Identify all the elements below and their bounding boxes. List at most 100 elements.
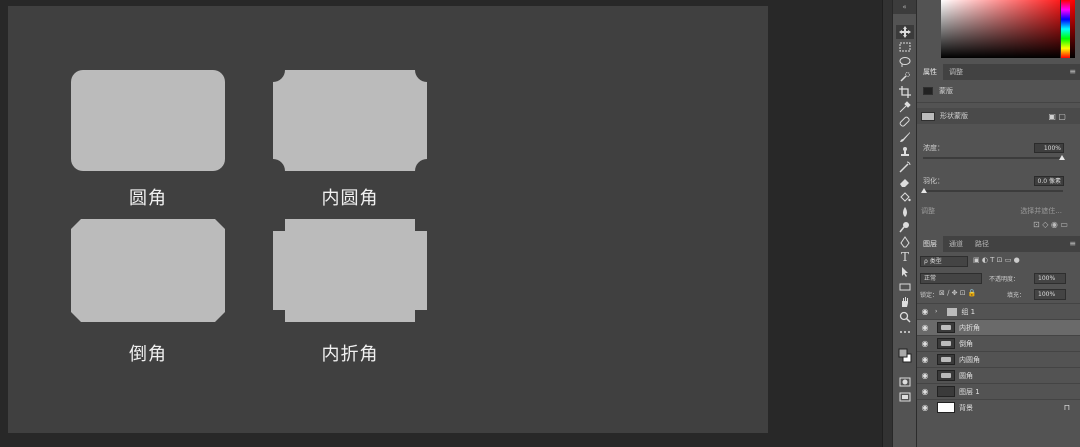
panel-menu-icon[interactable]: ≡ — [1069, 239, 1076, 248]
panel-menu-icon[interactable]: ≡ — [1069, 67, 1076, 76]
document-workspace[interactable]: 圆角 内圆角 倒角 内折角 — [0, 0, 882, 447]
visibility-eye-icon[interactable]: ◉ — [917, 371, 933, 380]
layer-thumbnail — [937, 386, 955, 397]
vector-mask-thumbnail[interactable] — [921, 111, 935, 121]
lock-label: 锁定： — [920, 292, 939, 299]
tab-channels[interactable]: 通道 — [943, 236, 969, 252]
layer-thumbnail — [937, 322, 955, 333]
colors-icon[interactable] — [896, 345, 914, 367]
visibility-eye-icon[interactable]: ◉ — [917, 387, 933, 396]
mask-title: 蒙版 — [939, 87, 953, 95]
move-icon[interactable] — [896, 25, 914, 39]
mask-actions-icon[interactable]: ▣ ▢ — [1048, 112, 1066, 121]
zoom-icon[interactable] — [896, 310, 914, 324]
vector-mask-label: 形状蒙版 — [940, 112, 968, 120]
layer-thumbnail — [937, 338, 955, 349]
shape-label-chamfer: 倒角 — [129, 344, 167, 365]
layer-name: 圆角 — [959, 371, 973, 380]
visibility-eye-icon[interactable]: ◉ — [917, 339, 933, 348]
layer-row[interactable]: ◉ 圆角 — [917, 367, 1080, 383]
document-canvas[interactable]: 圆角 内圆角 倒角 内折角 — [8, 6, 768, 433]
select-and-mask-button[interactable]: 选择并遮住... — [917, 206, 1080, 216]
layer-name: 内折角 — [959, 323, 980, 332]
layer-name: 图层 1 — [959, 387, 980, 396]
feather-slider[interactable] — [923, 190, 1063, 192]
brush-icon[interactable] — [896, 130, 914, 144]
dodge-icon[interactable] — [896, 220, 914, 234]
feather-slider-thumb[interactable] — [921, 188, 927, 193]
layer-row[interactable]: ◉ 倒角 — [917, 335, 1080, 351]
pen-icon[interactable] — [896, 235, 914, 249]
quick-mask-icon[interactable] — [896, 375, 914, 389]
crop-icon[interactable] — [896, 85, 914, 99]
visibility-eye-icon[interactable]: ◉ — [917, 355, 933, 364]
inverted-round-corner-shape[interactable] — [273, 70, 427, 171]
tab-paths[interactable]: 路径 — [969, 236, 995, 252]
tools-panel: « T — [893, 0, 917, 447]
marquee-icon[interactable] — [896, 40, 914, 54]
visibility-eye-icon[interactable]: ◉ — [917, 403, 933, 412]
hue-slider[interactable] — [1060, 0, 1070, 58]
panel-divider[interactable] — [882, 0, 892, 447]
stamp-icon[interactable] — [896, 145, 914, 159]
layer-name: 倒角 — [959, 339, 973, 348]
blur-icon[interactable] — [896, 205, 914, 219]
layer-thumbnail — [937, 370, 955, 381]
expand-arrow-icon[interactable]: › — [935, 308, 937, 315]
chamfer-corner-shape[interactable] — [71, 219, 225, 322]
layer-row[interactable]: ◉ 图层 1 — [917, 383, 1080, 399]
layer-row[interactable]: ◉ 背景 ⊓ — [917, 399, 1080, 415]
fill-field[interactable]: 100% — [1034, 289, 1066, 300]
layer-name: 内圆角 — [959, 355, 980, 364]
path-select-icon[interactable] — [896, 265, 914, 279]
screen-mode-icon[interactable] — [896, 390, 914, 404]
layer-row[interactable]: ◉ 内折角 — [917, 319, 1080, 335]
paint-bucket-icon[interactable] — [896, 190, 914, 204]
mask-icon — [923, 87, 933, 95]
rounded-corner-shape[interactable] — [71, 70, 225, 171]
tools-collapse-button[interactable]: « — [893, 0, 916, 14]
shape-label-inverted-round: 内圆角 — [321, 188, 379, 209]
lasso-icon[interactable] — [896, 55, 914, 69]
layers-tab-bar: 图层 通道 路径 ≡ — [917, 236, 1080, 252]
color-field[interactable] — [941, 0, 1075, 58]
visibility-eye-icon[interactable]: ◉ — [917, 307, 933, 316]
lock-icon: ⊓ — [1063, 403, 1070, 412]
layer-row[interactable]: ◉ 内圆角 — [917, 351, 1080, 367]
visibility-eye-icon[interactable]: ◉ — [917, 323, 933, 332]
density-slider-thumb[interactable] — [1059, 155, 1065, 160]
properties-tab-bar: 属性 调整 ≡ — [917, 64, 1080, 80]
layer-filter-dropdown[interactable]: ρ 类型 — [920, 256, 968, 267]
feather-field[interactable]: 0.0 像素 — [1034, 176, 1064, 186]
mask-footer-icons[interactable]: ⊡ ◇ ◉ ▭ — [917, 220, 1080, 229]
properties-panel: 蒙版 形状蒙版 ▣ ▢ 浓度： 100% 羽化： 0.0 像素 调整 选择并遮住… — [917, 80, 1080, 234]
rectangle-icon[interactable] — [896, 280, 914, 294]
density-field[interactable]: 100% — [1034, 143, 1064, 153]
type-icon[interactable]: T — [896, 250, 914, 264]
layer-row[interactable]: ◉ › 组 1 — [917, 303, 1080, 319]
shape-label-rounded: 圆角 — [129, 188, 167, 209]
right-panels: 属性 调整 ≡ 蒙版 形状蒙版 ▣ ▢ 浓度： 100% 羽化： 0.0 像素 … — [917, 0, 1080, 447]
more-icon[interactable] — [896, 325, 914, 339]
eraser-icon[interactable] — [896, 175, 914, 189]
tab-adjustments[interactable]: 调整 — [943, 64, 969, 80]
opacity-field[interactable]: 100% — [1034, 273, 1066, 284]
folder-icon — [947, 307, 958, 316]
layer-filter-icons[interactable]: ▣ ◐ T ⊡ ▭ ● — [973, 256, 1020, 264]
tab-layers[interactable]: 图层 — [917, 236, 943, 252]
shape-label-notched: 内折角 — [321, 344, 379, 365]
history-brush-icon[interactable] — [896, 160, 914, 174]
healing-icon[interactable] — [896, 115, 914, 129]
layer-name: 背景 — [959, 403, 973, 412]
opacity-label: 不透明度： — [989, 276, 1020, 283]
quick-select-icon[interactable] — [896, 70, 914, 84]
layers-panel: ρ 类型 ▣ ◐ T ⊡ ▭ ● 正常 不透明度： 100% 锁定： ⊠ ∕ ✥… — [917, 252, 1080, 447]
tab-properties[interactable]: 属性 — [917, 64, 943, 80]
layer-thumbnail — [937, 354, 955, 365]
density-slider[interactable] — [923, 157, 1063, 159]
blend-mode-dropdown[interactable]: 正常 — [920, 273, 982, 284]
lock-icons[interactable]: ⊠ ∕ ✥ ⊡ 🔒 — [939, 289, 977, 297]
notched-corner-shape[interactable] — [273, 219, 427, 322]
hand-icon[interactable] — [896, 295, 914, 309]
eyedropper-icon[interactable] — [896, 100, 914, 114]
